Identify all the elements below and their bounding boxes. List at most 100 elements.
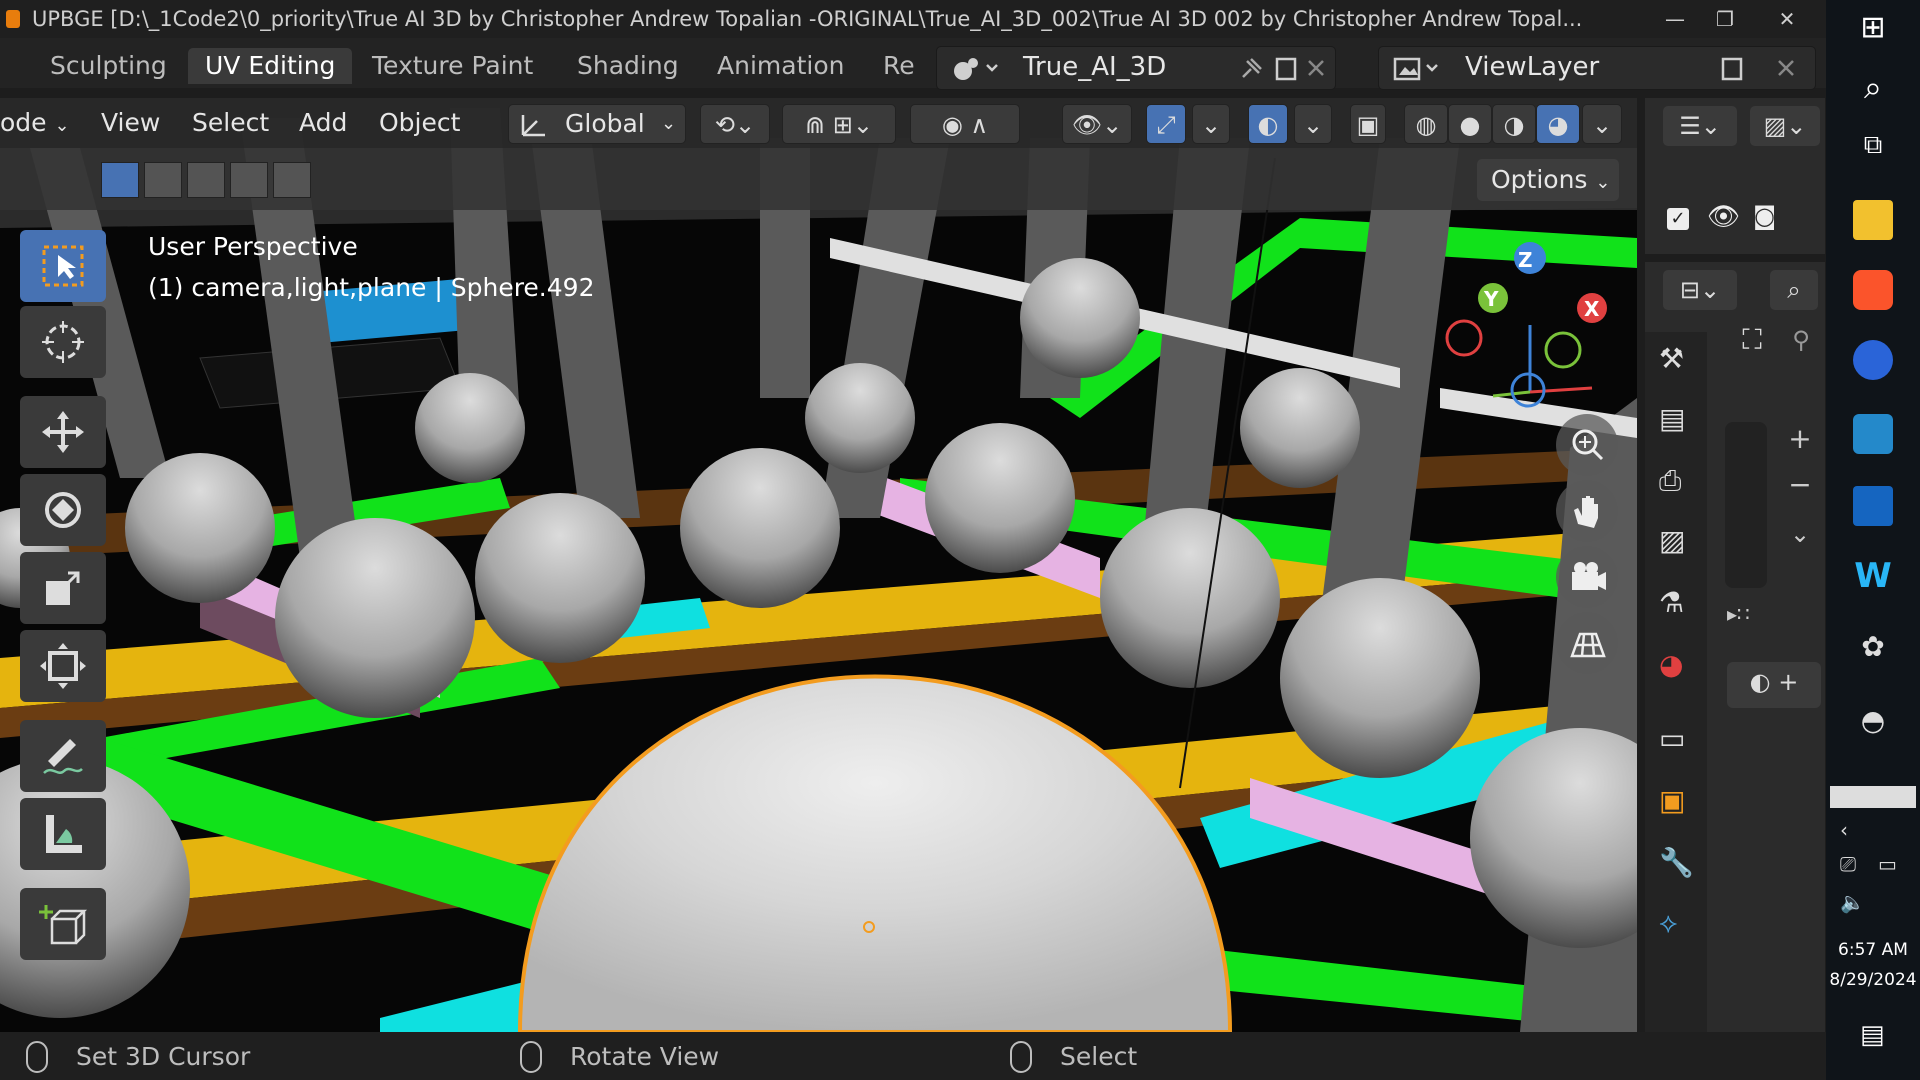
tab-sculpting[interactable]: Sculpting xyxy=(33,48,184,84)
camera-view-icon[interactable] xyxy=(1556,546,1618,608)
pin-icon[interactable]: ⚲ xyxy=(1781,320,1821,360)
scale-tool[interactable] xyxy=(20,552,106,624)
taskbar-date[interactable]: 8/29/2024 xyxy=(1826,970,1920,990)
gizmo-dropdown[interactable]: ⌄ xyxy=(1192,104,1230,144)
pivot-point-dropdown[interactable]: ⟲⌄ xyxy=(700,104,770,144)
restore-button[interactable]: ❐ xyxy=(1700,4,1750,34)
menu-add[interactable]: Add xyxy=(299,106,347,140)
frame-selected-icon[interactable]: ⛶ xyxy=(1727,320,1777,360)
menu-view[interactable]: View xyxy=(101,106,160,140)
display-mode-dropdown[interactable]: ☰⌄ xyxy=(1663,106,1737,146)
view-layer-tab-icon[interactable]: ▨ xyxy=(1659,524,1695,560)
shading-solid[interactable]: ● xyxy=(1448,104,1492,144)
scroll-track[interactable] xyxy=(1725,422,1767,588)
gizmo-z-label[interactable]: Z xyxy=(1518,248,1533,272)
taskbar-time[interactable]: 6:57 AM xyxy=(1826,940,1920,960)
select-box-tool[interactable] xyxy=(20,230,106,302)
transform-tool[interactable] xyxy=(20,630,106,702)
chevron-down-icon[interactable]: ⌄ xyxy=(1785,520,1815,556)
shading-dropdown[interactable]: ⌄ xyxy=(1582,104,1622,144)
gizmo-y-label[interactable]: Y xyxy=(1484,287,1498,311)
brave-browser-icon[interactable] xyxy=(1853,270,1893,310)
shading-wireframe[interactable]: ◍ xyxy=(1404,104,1448,144)
select-mode-new[interactable] xyxy=(101,162,139,198)
tab-animation[interactable]: Animation xyxy=(700,48,861,84)
tab-texture-paint[interactable]: Texture Paint xyxy=(355,48,550,84)
annotate-tool[interactable] xyxy=(20,720,106,792)
gizmo-x-label[interactable]: X xyxy=(1584,297,1599,321)
gimp-icon[interactable]: ◓ xyxy=(1853,704,1893,744)
fan-app-icon[interactable]: ✿ xyxy=(1853,630,1893,670)
snap-toggle[interactable]: ⋒ ⊞⌄ xyxy=(782,104,896,144)
modifier-wrench-icon[interactable]: 🔧 xyxy=(1659,846,1695,882)
gizmo-toggle[interactable]: ⤢ xyxy=(1146,104,1186,144)
overlays-dropdown[interactable]: ⌄ xyxy=(1294,104,1332,144)
visibility-dropdown[interactable]: 👁⌄ xyxy=(1062,104,1132,144)
view-layer-actions-icons[interactable] xyxy=(1719,55,1809,83)
measure-tool[interactable] xyxy=(20,798,106,870)
zoom-plus-icon[interactable]: + xyxy=(1785,422,1815,458)
proportional-editing[interactable]: ◉ ∧ xyxy=(910,104,1020,144)
shading-material[interactable]: ◑ xyxy=(1492,104,1536,144)
properties-search[interactable]: ⌕ xyxy=(1770,270,1818,310)
menu-object[interactable]: Object xyxy=(379,106,460,140)
select-mode-subtract[interactable] xyxy=(187,162,225,198)
world-icon[interactable]: ◕ xyxy=(1659,648,1695,684)
tab-rendering-truncated[interactable]: Re xyxy=(866,48,932,84)
move-tool[interactable] xyxy=(20,396,106,468)
options-label: Options xyxy=(1491,165,1588,194)
options-dropdown[interactable]: Options ⌄ xyxy=(1477,159,1619,201)
select-mode-extend[interactable] xyxy=(144,162,182,198)
volume-icon[interactable]: 🔈 xyxy=(1840,890,1865,914)
pan-hand-icon[interactable] xyxy=(1556,480,1618,542)
checkbox-icon[interactable]: ✓ xyxy=(1667,208,1689,230)
add-cube-tool[interactable] xyxy=(20,888,106,960)
document-app-icon[interactable] xyxy=(1853,486,1893,526)
collection-icon[interactable]: ▭ xyxy=(1659,722,1695,758)
render-icon[interactable]: ▤ xyxy=(1659,402,1695,438)
tab-uv-editing[interactable]: UV Editing xyxy=(188,48,353,84)
xray-toggle[interactable]: ▣ xyxy=(1350,104,1386,144)
tab-shading[interactable]: Shading xyxy=(560,48,696,84)
scene-selector[interactable]: True_AI_3D xyxy=(936,46,1336,90)
scene-tab-icon[interactable]: ⚗ xyxy=(1659,586,1695,622)
object-icon[interactable]: ▣ xyxy=(1659,784,1695,820)
zoom-minus-icon[interactable]: − xyxy=(1785,468,1815,504)
overlays-toggle[interactable]: ◐ xyxy=(1248,104,1288,144)
particles-icon[interactable]: ⟡ xyxy=(1659,906,1695,942)
windows-start-icon[interactable]: ⊞ xyxy=(1853,10,1893,50)
view-layer-selector[interactable]: ViewLayer xyxy=(1378,46,1816,90)
select-mode-intersect[interactable] xyxy=(273,162,311,198)
minimize-button[interactable]: — xyxy=(1650,4,1700,34)
notifications-icon[interactable]: ▤ xyxy=(1860,1020,1885,1050)
perspective-grid-icon[interactable] xyxy=(1556,612,1618,674)
transform-orientation-dropdown[interactable]: Global ⌄ xyxy=(508,104,686,144)
output-icon[interactable]: ⎙ xyxy=(1659,464,1695,500)
orientation-axes-icon xyxy=(521,115,545,137)
file-explorer-icon[interactable] xyxy=(1853,200,1893,240)
shading-rendered[interactable]: ◕ xyxy=(1536,104,1580,144)
scene-actions-icons[interactable] xyxy=(1237,55,1327,83)
cursor-tool[interactable] xyxy=(20,306,106,378)
camera-icon[interactable]: ◙ xyxy=(1753,202,1776,230)
eye-icon[interactable]: 👁 xyxy=(1707,202,1740,232)
tool-icon[interactable]: ⚒ xyxy=(1659,342,1695,378)
mode-selector[interactable]: ode ⌄ xyxy=(0,106,70,143)
zoom-in-icon[interactable] xyxy=(1556,414,1618,476)
chevron-left-icon[interactable]: ‹ xyxy=(1840,818,1848,842)
properties-editor-type[interactable]: ⊟⌄ xyxy=(1663,270,1737,310)
menu-select[interactable]: Select xyxy=(192,106,269,140)
display-icon[interactable]: ▭ xyxy=(1878,852,1897,876)
firefox-icon[interactable] xyxy=(1853,340,1893,380)
select-mode-invert[interactable] xyxy=(230,162,268,198)
outliner-filter-dropdown[interactable]: ▨⌄ xyxy=(1750,106,1820,146)
search-icon[interactable]: ⌕ xyxy=(1853,68,1893,108)
w-app-icon[interactable]: W xyxy=(1853,556,1893,596)
rotate-tool[interactable] xyxy=(20,474,106,546)
taskbar-scroller[interactable] xyxy=(1830,786,1916,808)
close-window-button[interactable]: ✕ xyxy=(1762,4,1812,34)
task-view-icon[interactable]: ⧉ xyxy=(1853,130,1893,170)
vscode-icon[interactable] xyxy=(1853,414,1893,454)
shading-mode-add[interactable]: ◐ + xyxy=(1727,662,1821,708)
network-icon[interactable]: ⎚ xyxy=(1840,852,1856,876)
